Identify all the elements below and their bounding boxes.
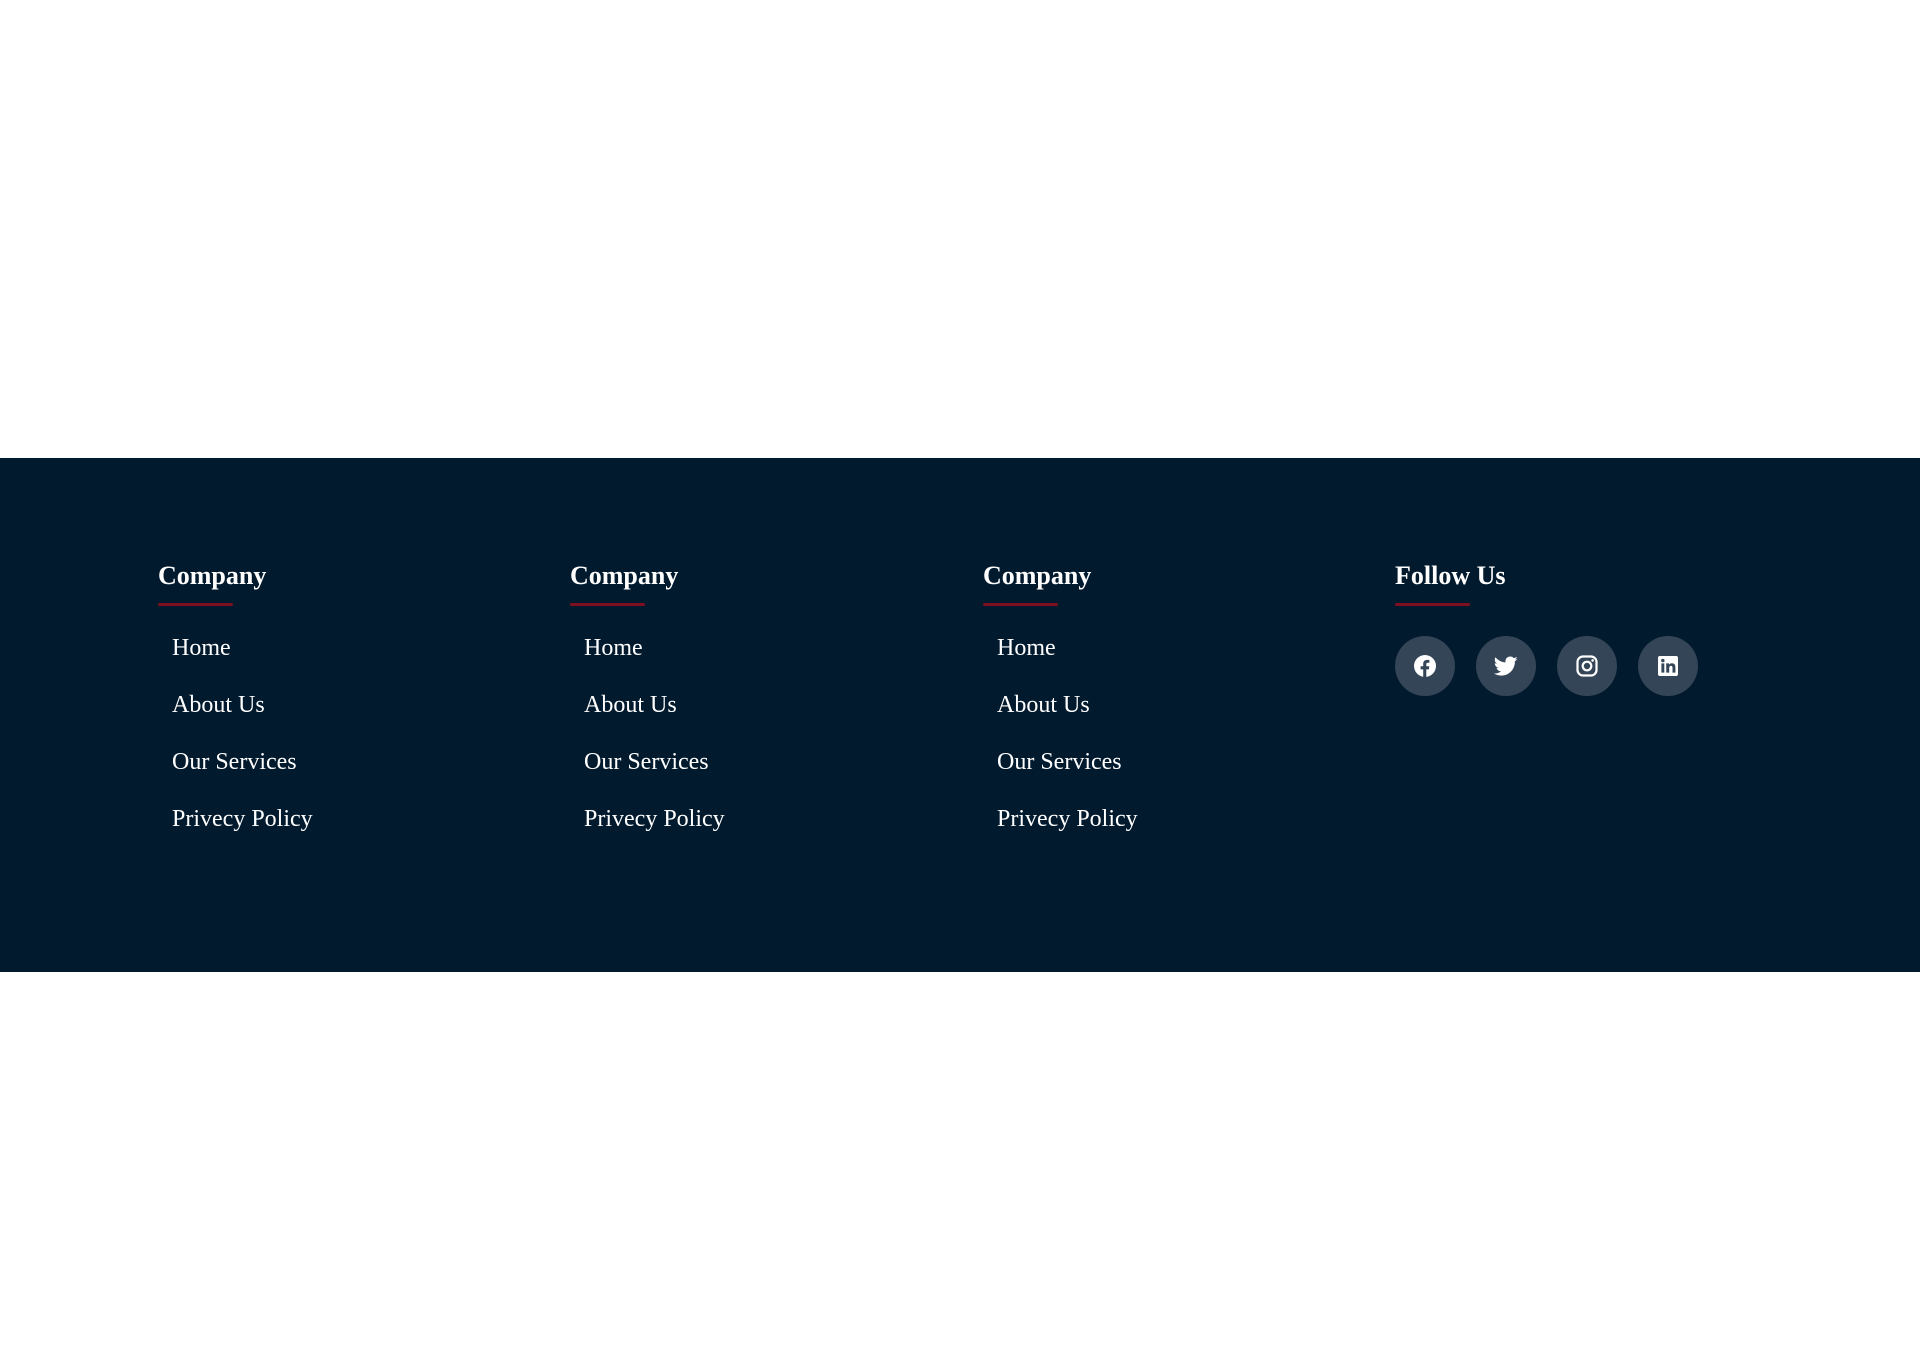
link-about-us[interactable]: About Us <box>172 686 265 724</box>
instagram-button[interactable] <box>1557 636 1617 696</box>
link-home[interactable]: Home <box>172 629 231 667</box>
list-item: Privecy Policy <box>570 800 950 857</box>
instagram-icon <box>1576 655 1598 677</box>
list-item: Privecy Policy <box>158 800 538 857</box>
link-about-us[interactable]: About Us <box>584 686 677 724</box>
link-home[interactable]: Home <box>584 629 643 667</box>
title-underline <box>570 603 645 606</box>
title-underline <box>1395 603 1470 606</box>
link-our-services[interactable]: Our Services <box>172 743 297 781</box>
link-privacy-policy[interactable]: Privecy Policy <box>584 800 725 838</box>
list-item: Home <box>158 629 538 686</box>
twitter-icon <box>1494 656 1518 676</box>
title-underline <box>983 603 1058 606</box>
list-item: Home <box>570 629 950 686</box>
list-item: About Us <box>983 686 1363 743</box>
list-item: Privecy Policy <box>983 800 1363 857</box>
column-title: Company <box>983 561 1092 590</box>
footer-links: Home About Us Our Services Privecy Polic… <box>983 629 1363 857</box>
column-title: Company <box>570 561 679 590</box>
link-home[interactable]: Home <box>997 629 1056 667</box>
twitter-button[interactable] <box>1476 636 1536 696</box>
link-privacy-policy[interactable]: Privecy Policy <box>172 800 313 838</box>
site-footer: Company Home About Us Our Services Prive… <box>0 458 1920 972</box>
link-our-services[interactable]: Our Services <box>997 743 1122 781</box>
footer-links: Home About Us Our Services Privecy Polic… <box>158 629 538 857</box>
list-item: Home <box>983 629 1363 686</box>
list-item: About Us <box>158 686 538 743</box>
list-item: Our Services <box>158 743 538 800</box>
list-item: Our Services <box>570 743 950 800</box>
footer-column-company-1: Company Home About Us Our Services Prive… <box>158 560 538 857</box>
facebook-icon <box>1414 655 1436 678</box>
footer-links: Home About Us Our Services Privecy Polic… <box>570 629 950 857</box>
column-title: Follow Us <box>1395 561 1506 590</box>
link-privacy-policy[interactable]: Privecy Policy <box>997 800 1138 838</box>
linkedin-button[interactable] <box>1638 636 1698 696</box>
social-links <box>1395 636 1775 696</box>
link-about-us[interactable]: About Us <box>997 686 1090 724</box>
title-underline <box>158 603 233 606</box>
list-item: Our Services <box>983 743 1363 800</box>
link-our-services[interactable]: Our Services <box>584 743 709 781</box>
linkedin-icon <box>1658 656 1678 676</box>
column-title: Company <box>158 561 267 590</box>
list-item: About Us <box>570 686 950 743</box>
page: Company Home About Us Our Services Prive… <box>0 0 1920 1345</box>
footer-column-company-3: Company Home About Us Our Services Prive… <box>983 560 1363 857</box>
footer-column-company-2: Company Home About Us Our Services Prive… <box>570 560 950 857</box>
footer-column-follow-us: Follow Us <box>1395 560 1775 696</box>
facebook-button[interactable] <box>1395 636 1455 696</box>
